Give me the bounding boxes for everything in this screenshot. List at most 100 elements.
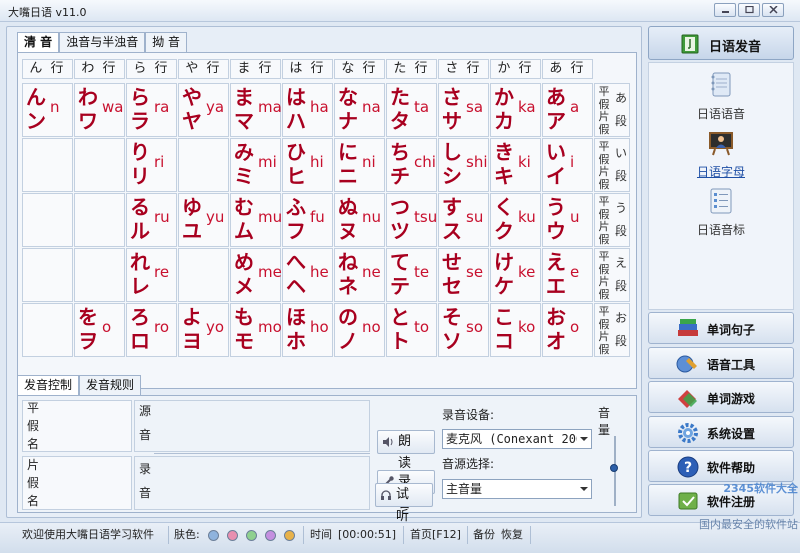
hiragana-char: ゆ <box>182 195 202 219</box>
kana-cell[interactable]: ろロ ro <box>126 303 177 357</box>
kana-cell[interactable]: せセ se <box>438 248 489 302</box>
recording-device-select[interactable]: 麦克风 (Conexant 2067 <box>442 429 592 449</box>
read-aloud-button[interactable]: 朗 读 <box>377 430 435 471</box>
tab-pronunciation-rules[interactable]: 发音规则 <box>79 375 142 395</box>
kana-cell[interactable]: をヲo <box>74 303 125 357</box>
recorded-audio-area: 录音 <box>134 456 370 510</box>
skin-swatch-orange[interactable] <box>284 530 295 541</box>
kana-cell[interactable]: りリ ri <box>126 138 177 192</box>
tab-youon[interactable]: 拗 音 <box>145 32 188 52</box>
kana-cell[interactable]: ちチ chi <box>386 138 437 192</box>
status-separator <box>168 526 169 544</box>
romaji-text: ru <box>154 208 170 226</box>
kana-cell[interactable]: とト to <box>386 303 437 357</box>
kana-cell[interactable]: そソ so <box>438 303 489 357</box>
kana-cell[interactable]: てテ te <box>386 248 437 302</box>
voice-tools-button[interactable]: 语音工具 <box>648 347 794 379</box>
skin-swatch-green[interactable] <box>246 530 257 541</box>
kana-cell[interactable]: るル ru <box>126 193 177 247</box>
main-panel: 清 音 浊音与半浊音 拗 音 ん 行わ 行ら 行や 行ま 行は 行な 行た 行さ… <box>6 26 642 518</box>
row-header-kana-type: 平假片假 <box>598 305 610 356</box>
tab-dakuon[interactable]: 浊音与半浊音 <box>59 32 146 52</box>
kana-cell[interactable]: おオo <box>542 303 593 357</box>
row-header-dan: お段 <box>614 311 627 348</box>
volume-slider-thumb[interactable] <box>610 463 618 472</box>
source-select-label: 音源选择: <box>442 457 495 471</box>
kana-cell[interactable]: つツ tsu <box>386 193 437 247</box>
romaji-text: ro <box>154 318 170 336</box>
kana-cell[interactable]: ぬヌ nu <box>334 193 385 247</box>
katakana-char: コ <box>494 329 514 353</box>
kana-cell[interactable]: ゆユ yu <box>178 193 229 247</box>
kana-cell[interactable]: まマ ma <box>230 83 282 137</box>
kana-cell[interactable]: よヨ yo <box>178 303 229 357</box>
kana-cell[interactable]: もモ mo <box>230 303 282 357</box>
katakana-char: ミ <box>234 164 254 188</box>
skin-swatch-blue[interactable] <box>208 530 219 541</box>
kana-cell[interactable]: のノ no <box>334 303 385 357</box>
maximize-button[interactable] <box>738 3 760 17</box>
romaji-text: re <box>154 263 170 281</box>
source-select[interactable]: 主音量 <box>442 479 592 499</box>
kana-cell[interactable]: へヘ he <box>282 248 333 302</box>
kana-cell[interactable]: ふフ fu <box>282 193 333 247</box>
kana-cell[interactable]: むム mu <box>230 193 282 247</box>
hiragana-char: ね <box>338 250 358 274</box>
empty-cell <box>22 193 73 247</box>
chevron-down-icon <box>580 487 588 491</box>
kana-cell[interactable]: こコ ko <box>490 303 541 357</box>
kana-cell[interactable]: わワ wa <box>74 83 125 137</box>
kana-cell[interactable]: ねネ ne <box>334 248 385 302</box>
restore-link[interactable]: 恢复 <box>501 523 523 547</box>
kana-cell[interactable]: きキ ki <box>490 138 541 192</box>
help-button[interactable]: ? 软件帮助 <box>648 450 794 482</box>
kana-cell[interactable]: あアa <box>542 83 593 137</box>
tab-pronunciation-control[interactable]: 发音控制 <box>17 375 80 396</box>
kana-cell[interactable]: いイi <box>542 138 593 192</box>
system-settings-button[interactable]: 系统设置 <box>648 416 794 448</box>
words-sentences-button[interactable]: 单词句子 <box>648 312 794 344</box>
kana-cell[interactable]: みミ mi <box>230 138 281 192</box>
hiragana-char: ら <box>130 85 150 109</box>
romaji-text: e <box>570 263 580 281</box>
kana-cell[interactable]: くク ku <box>490 193 541 247</box>
kana-cell[interactable]: ひヒ hi <box>282 138 333 192</box>
column-header: わ 行 <box>74 59 125 79</box>
tab-seion[interactable]: 清 音 <box>17 32 60 53</box>
hiragana-char: す <box>442 195 462 219</box>
kana-cell[interactable]: さサ sa <box>438 83 489 137</box>
sidebar-header-pronunciation[interactable]: 日语发音 <box>648 26 794 60</box>
kana-cell[interactable]: えエe <box>542 248 593 302</box>
source-audio-label: 源音 <box>138 404 151 442</box>
home-link[interactable]: 首页[F12] <box>410 523 461 547</box>
backup-link[interactable]: 备份 <box>473 523 495 547</box>
listen-button[interactable]: 试 听 <box>375 483 433 524</box>
minimize-button[interactable] <box>714 3 736 17</box>
skin-swatch-pink[interactable] <box>227 530 238 541</box>
skin-label: 肤色: <box>174 528 200 541</box>
sidebar: 日语发音 日语语音 日语字母 日语音标 单词句子 语音工具 单词游戏 系统设置 … <box>648 26 794 518</box>
katakana-char: ト <box>390 329 410 353</box>
kana-cell[interactable]: ほホ ho <box>282 303 333 357</box>
kana-cell[interactable]: うウu <box>542 193 593 247</box>
kana-cell[interactable]: らラ ra <box>126 83 177 137</box>
kana-cell[interactable]: にニ ni <box>334 138 385 192</box>
kana-cell[interactable]: れレ re <box>126 248 177 302</box>
hiragana-char: い <box>546 140 566 164</box>
close-button[interactable] <box>762 3 784 17</box>
kana-cell[interactable]: なナ na <box>334 83 385 137</box>
kana-cell[interactable]: たタ ta <box>386 83 437 137</box>
kana-cell[interactable]: かカ ka <box>490 83 541 137</box>
kana-cell[interactable]: すス su <box>438 193 489 247</box>
kana-cell[interactable]: やヤ ya <box>178 83 229 137</box>
romaji-text: hi <box>310 153 324 171</box>
word-game-button[interactable]: 单词游戏 <box>648 381 794 413</box>
kana-cell[interactable]: はハ ha <box>282 83 333 137</box>
kana-cell[interactable]: しシ shi <box>438 138 489 192</box>
kana-cell[interactable]: んンn <box>22 83 73 137</box>
hiragana-char: る <box>130 195 150 219</box>
kana-cell[interactable]: めメ me <box>230 248 282 302</box>
skin-swatch-purple[interactable] <box>265 530 276 541</box>
kana-cell[interactable]: けケ ke <box>490 248 541 302</box>
katakana-char: ハ <box>286 109 306 133</box>
